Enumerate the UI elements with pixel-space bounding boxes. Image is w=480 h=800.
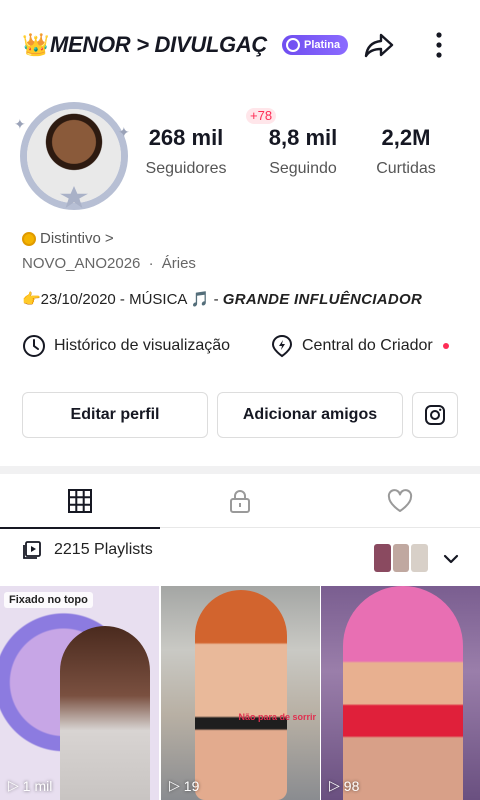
sparkle-icon: ✦ (118, 124, 130, 140)
playlists-row[interactable]: 2215 Playlists (22, 540, 153, 560)
video-still (60, 626, 150, 800)
following-count: 8,8 mil (268, 125, 338, 150)
badge-label: Distintivo (40, 230, 101, 247)
playlist-thumbnail (374, 544, 391, 572)
lock-icon (230, 490, 250, 513)
playlists-label: 2215 Playlists (54, 541, 153, 558)
history-link[interactable]: Histórico de visualização (22, 334, 230, 358)
play-icon: ▷ (329, 777, 340, 793)
following-label: Seguindo (269, 160, 337, 177)
playlist-icon (23, 541, 41, 559)
pinned-label: Fixado no topo (4, 592, 93, 608)
clock-icon (23, 335, 45, 357)
crown-emoji: 👑 (22, 32, 50, 57)
content-tabs (0, 474, 480, 529)
view-count-value: 98 (343, 777, 360, 794)
chevron-right-icon: > (104, 230, 114, 247)
stat-likes[interactable]: 2,2M Curtidas (351, 124, 461, 178)
grid-icon (68, 489, 92, 513)
video-thumbnail[interactable]: Fixado no topo ▷ 1 mil (0, 586, 159, 800)
instagram-button[interactable] (412, 392, 458, 438)
tab-videos[interactable] (0, 474, 160, 529)
video-caption: Não para de sorrir (238, 712, 316, 722)
profile-meta: NOVO_ANO2026 · Áries (22, 255, 196, 272)
lightning-pin-icon (271, 334, 293, 358)
section-divider (0, 466, 480, 474)
bio-bold-text: GRANDE INFLUÊNCIADOR (222, 291, 423, 308)
sparkle-icon: ✦ (14, 116, 26, 132)
platina-icon (286, 38, 300, 52)
video-thumbnail[interactable]: Não para de sorrir ▷ 19 (161, 586, 320, 800)
view-count: ▷ 1 mil (8, 777, 52, 794)
video-still (195, 590, 287, 800)
profile-header: 👑 MENOR > DIVULGAÇ Platina (0, 22, 480, 66)
badge-coin-icon (22, 231, 36, 246)
badge-link[interactable]: Distintivo > (22, 230, 114, 247)
creator-center-label: Central do Criador (302, 337, 433, 354)
profile-avatar[interactable]: ✦ ✦ (14, 96, 134, 216)
platina-label: Platina (304, 39, 341, 51)
view-count: ▷ 19 (169, 777, 199, 794)
platina-badge[interactable]: Platina (282, 35, 349, 55)
video-thumbnail[interactable]: ▷ 98 (321, 586, 480, 800)
video-still (343, 586, 463, 800)
add-friends-button[interactable]: Adicionar amigos (217, 392, 403, 438)
video-grid: Fixado no topo ▷ 1 mil Não para de sorri… (0, 586, 480, 800)
playlist-thumbnail (411, 544, 429, 572)
likes-label: Curtidas (376, 160, 436, 177)
playlist-thumbnails[interactable] (374, 544, 429, 572)
profile-handle: NOVO_ANO2026 (22, 255, 141, 272)
tab-private[interactable] (160, 474, 320, 528)
playlist-thumbnail (392, 544, 410, 572)
heart-icon (387, 489, 413, 512)
profile-username: MENOR > DIVULGAÇ (50, 32, 268, 57)
profile-bio: 👉23/10/2020 - MÚSICA 🎵 - GRANDE INFLUÊNC… (22, 290, 422, 308)
play-icon: ▷ (8, 777, 19, 793)
zodiac-sign: Áries (161, 255, 196, 272)
new-followers-badge: +78 (246, 108, 277, 124)
instagram-icon (425, 405, 445, 425)
more-options-icon[interactable] (424, 28, 454, 62)
play-icon: ▷ (169, 777, 180, 793)
bio-text: 👉23/10/2020 - MÚSICA 🎵 - (22, 291, 219, 308)
edit-profile-button[interactable]: Editar perfil (22, 392, 208, 438)
notification-dot (442, 343, 449, 349)
view-count: ▷ 98 (329, 777, 359, 794)
creator-center-link[interactable]: Central do Criador (270, 334, 449, 358)
likes-count: 2,2M (381, 125, 431, 150)
meta-separator: · (148, 255, 154, 272)
followers-count: 268 mil (148, 125, 224, 150)
chevron-down-icon[interactable] (440, 548, 462, 570)
active-tab-indicator (0, 527, 160, 529)
share-icon[interactable] (362, 28, 396, 62)
view-count-value: 19 (183, 777, 200, 794)
view-count-value: 1 mil (22, 777, 53, 794)
followers-label: Seguidores (145, 160, 227, 177)
stat-following[interactable]: 8,8 mil Seguindo (248, 124, 358, 178)
stat-followers[interactable]: 268 mil Seguidores (131, 124, 241, 178)
history-label: Histórico de visualização (54, 337, 231, 354)
tab-liked[interactable] (320, 474, 480, 528)
